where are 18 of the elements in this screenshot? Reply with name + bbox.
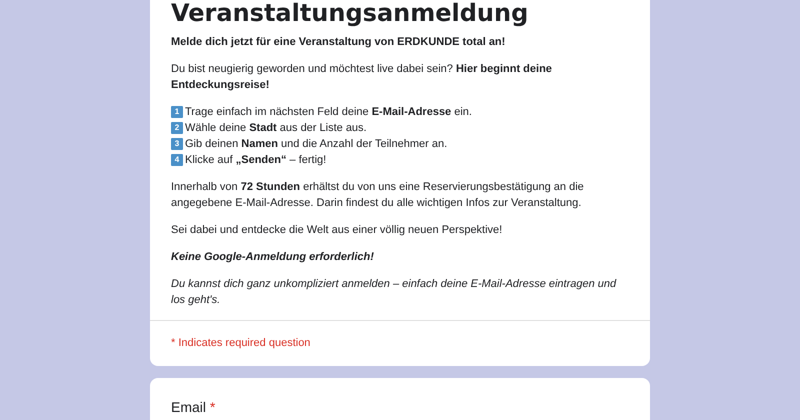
step-text: Klicke auf „Senden“ – fertig! xyxy=(185,153,326,168)
required-mark: * xyxy=(210,399,216,415)
description-text: Melde dich jetzt für eine Veranstaltung von ERDKUNDE total an! xyxy=(171,35,506,50)
description-text: Du bist neugierig geworden und möchtest live dabei sein? Hier beginnt deine Entdeckungsreise! xyxy=(171,62,553,93)
description-text: Keine Google-Anmeldung erforderlich! xyxy=(171,250,375,265)
description-text: Sei dabei und entdecke die Welt aus einer völlig neuen Perspektive! xyxy=(171,223,504,238)
required-note: * Indicates required question xyxy=(171,337,310,349)
number-key-icon: 3 xyxy=(171,138,183,150)
number-key-icon: 1 xyxy=(171,106,183,118)
number-key-icon: 4 xyxy=(171,154,183,166)
number-key-icon: 2 xyxy=(171,122,183,134)
description-text: Innerhalb von 72 Stunden erhältst du von uns eine Reservierungsbestätigung an die angegebene E-Mail-Adresse. Darin findest du alle wichtigen Infos zur Veranstaltung. xyxy=(171,180,585,211)
step-text: Trage einfach im nächsten Feld deine E-Mail-Adresse ein. xyxy=(185,105,472,120)
question-label: Email xyxy=(171,399,208,415)
form-title: Veranstaltungsanmeldung xyxy=(171,0,530,26)
description-text: Du kannst dich ganz unkompliziert anmelden – einfach deine E-Mail-Adresse eintragen und los geht's. xyxy=(171,277,618,308)
step-text: Wähle deine Stadt aus der Liste aus. xyxy=(185,121,367,136)
step-text: Gib deinen Namen und die Anzahl der Teilnehmer an. xyxy=(185,137,448,152)
